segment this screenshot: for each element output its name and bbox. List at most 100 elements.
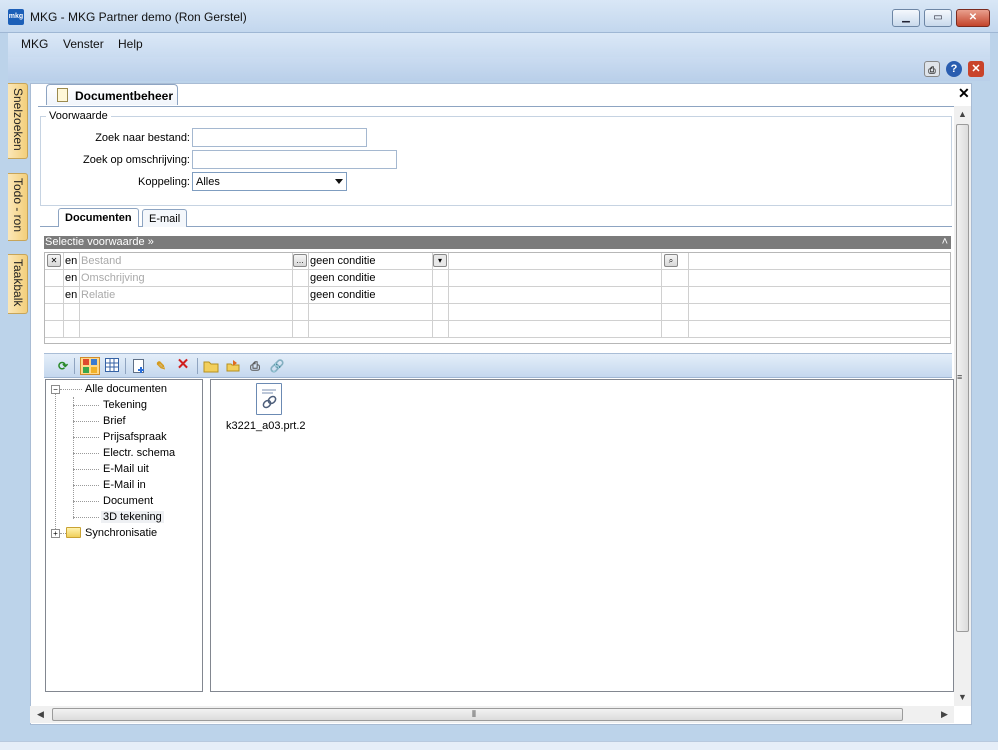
tab-documentbeheer[interactable]: Documentbeheer	[46, 84, 178, 105]
koppeling-select[interactable]: Alles	[192, 172, 347, 191]
tree-item-electr-schema[interactable]: Electr. schema	[103, 447, 175, 459]
grid-blank	[433, 270, 449, 287]
grid-condition[interactable]: geen conditie	[309, 287, 433, 304]
grid-condition[interactable]: geen conditie	[309, 270, 433, 287]
menu-mkg[interactable]: MKG	[21, 37, 48, 51]
grid-blank	[689, 321, 950, 338]
maximize-button[interactable]: ▭	[924, 9, 952, 27]
tab-documentbeheer-label: Documentbeheer	[75, 89, 174, 103]
chevron-down-icon[interactable]: ▾	[433, 254, 447, 267]
open-folder-icon[interactable]	[203, 358, 219, 374]
side-tab-label: Snelzoeken	[11, 88, 25, 151]
tree-item-alle-documenten[interactable]: Alle documenten	[85, 383, 167, 395]
print-icon[interactable]: ⎙	[247, 358, 263, 374]
zoek-omschrijving-input[interactable]	[192, 150, 397, 169]
tree-line	[60, 389, 82, 390]
grid-condition[interactable]: geen conditie	[309, 253, 433, 270]
linked-document-icon[interactable]	[256, 383, 282, 415]
grid-blank	[293, 287, 309, 304]
tree-line	[73, 485, 99, 486]
scroll-right-icon[interactable]: ▶	[941, 709, 948, 720]
remove-condition-cell[interactable]: ✕	[45, 253, 64, 270]
side-tab-snelzoeken[interactable]: Snelzoeken	[8, 83, 28, 159]
tree-item-brief[interactable]: Brief	[103, 415, 126, 427]
grid-value[interactable]	[449, 270, 662, 287]
close-panel-icon[interactable]: ✕	[958, 85, 970, 102]
delete-icon[interactable]: ✕	[175, 357, 191, 373]
collapse-icon[interactable]: ˄	[942, 236, 948, 249]
field-dropdown-cell[interactable]: …	[293, 253, 309, 270]
refresh-icon[interactable]: ⟳	[55, 358, 71, 374]
search-cell[interactable]: ⌕	[662, 253, 689, 270]
selectie-header[interactable]: Selectie voorwaarde » ˄	[44, 236, 951, 249]
ellipsis-icon[interactable]: …	[293, 254, 307, 267]
tree-item-email-in[interactable]: E-Mail in	[103, 479, 146, 491]
tree-item-prijsafspraak[interactable]: Prijsafspraak	[103, 431, 167, 443]
tree-line	[73, 469, 99, 470]
tree-item-document[interactable]: Document	[103, 495, 153, 507]
grid-op: en	[64, 270, 80, 287]
print-icon[interactable]: ⎙	[924, 61, 940, 77]
file-name[interactable]: k3221_a03.prt.2	[226, 420, 306, 432]
edit-icon[interactable]: ✎	[153, 358, 169, 374]
grid-value[interactable]	[449, 287, 662, 304]
toolbar-separator	[125, 358, 126, 374]
window-title: MKG - MKG Partner demo (Ron Gerstel)	[30, 10, 247, 24]
grid-extra	[689, 287, 950, 304]
collapse-icon[interactable]: −	[51, 385, 60, 394]
grid-op: en	[64, 253, 80, 270]
tree-item-3d-tekening[interactable]: 3D tekening	[101, 511, 164, 523]
tree-item-email-uit[interactable]: E-Mail uit	[103, 463, 149, 475]
selectie-grid: ✕ en Bestand … geen conditie ▾ ⌕ en Omsc…	[44, 252, 951, 344]
grid-blank	[45, 304, 64, 321]
thumb-grip-icon: ⦀	[472, 709, 476, 719]
grid-field[interactable]: Bestand	[80, 253, 293, 270]
grid-blank	[293, 270, 309, 287]
zoek-bestand-input[interactable]	[192, 128, 367, 147]
remove-icon[interactable]: ✕	[47, 254, 61, 267]
help-icon[interactable]: ?	[946, 61, 962, 77]
tree-item-synchronisatie[interactable]: Synchronisatie	[85, 527, 157, 539]
import-icon[interactable]	[225, 358, 241, 374]
zoek-omschrijving-label: Zoek op omschrijving:	[83, 154, 190, 166]
scroll-up-icon[interactable]: ▲	[958, 109, 967, 119]
expand-icon[interactable]: +	[51, 529, 60, 538]
link-icon[interactable]: 🔗	[269, 358, 285, 374]
grid-blank	[689, 304, 950, 321]
grid-view-icon[interactable]	[104, 358, 120, 374]
scroll-down-icon[interactable]: ▼	[958, 692, 967, 702]
condition-dropdown-cell[interactable]: ▾	[433, 253, 449, 270]
close-icon[interactable]: ✕	[968, 61, 984, 77]
grid-blank	[45, 287, 64, 304]
scroll-left-icon[interactable]: ◀	[37, 709, 44, 720]
tree-line	[55, 393, 56, 535]
menu-help[interactable]: Help	[118, 37, 143, 51]
minimize-button[interactable]: ▁	[892, 9, 920, 27]
grid-blank	[309, 321, 433, 338]
tree-item-tekening[interactable]: Tekening	[103, 399, 147, 411]
tree-line	[73, 501, 99, 502]
menu-venster[interactable]: Venster	[63, 37, 104, 51]
grid-blank	[662, 304, 689, 321]
grid-field[interactable]: Omschrijving	[80, 270, 293, 287]
toolstrip	[8, 57, 990, 81]
side-tab-taakbalk[interactable]: Taakbalk	[8, 254, 28, 314]
large-icons-view-icon[interactable]	[80, 357, 100, 375]
side-tab-todo[interactable]: Todo - ron	[8, 173, 28, 241]
tab-documenten[interactable]: Documenten	[58, 208, 139, 227]
grid-value[interactable]	[449, 253, 662, 270]
grid-field[interactable]: Relatie	[80, 287, 293, 304]
tab-email[interactable]: E-mail	[142, 209, 188, 227]
close-window-button[interactable]: ✕	[956, 9, 990, 27]
grid-blank	[433, 287, 449, 304]
new-document-icon[interactable]	[131, 358, 147, 374]
chevron-down-icon	[335, 179, 343, 184]
toolbar-separator	[74, 358, 75, 374]
grid-blank	[80, 321, 293, 338]
grid-blank	[433, 321, 449, 338]
grid-op: en	[64, 287, 80, 304]
grid-blank	[45, 321, 64, 338]
horizontal-scroll-thumb[interactable]	[52, 708, 903, 721]
grid-blank	[293, 304, 309, 321]
search-icon[interactable]: ⌕	[664, 254, 678, 267]
